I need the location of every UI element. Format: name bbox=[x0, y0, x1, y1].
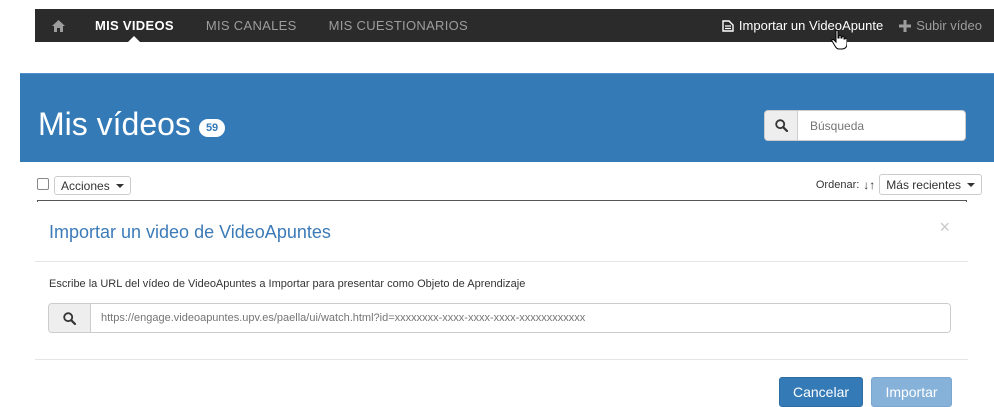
search-icon bbox=[774, 119, 788, 132]
order-value: Más recientes bbox=[886, 177, 961, 192]
search-icon bbox=[63, 311, 76, 325]
hand-cursor-icon bbox=[831, 30, 847, 50]
home-icon bbox=[51, 19, 65, 32]
nav-mis-canales[interactable]: MIS CANALES bbox=[206, 9, 297, 42]
import-icon bbox=[722, 19, 734, 32]
nav-mis-videos[interactable]: MIS VIDEOS bbox=[95, 9, 174, 42]
search-group bbox=[764, 110, 966, 141]
top-navbar: MIS VIDEOS MIS CANALES MIS CUESTIONARIOS… bbox=[35, 9, 994, 42]
modal-footer-divider bbox=[35, 359, 968, 360]
modal-title: Importar un video de VideoApuntes bbox=[49, 222, 331, 242]
order-control: Ordenar: ↓↑ Más recientes bbox=[816, 174, 982, 195]
search-input[interactable] bbox=[798, 111, 965, 140]
sort-icon: ↓↑ bbox=[863, 177, 876, 192]
modal-header-divider bbox=[35, 261, 968, 262]
order-label: Ordenar: bbox=[815, 178, 860, 191]
video-count-badge: 59 bbox=[198, 118, 226, 137]
import-button[interactable]: Importar bbox=[871, 377, 952, 407]
plus-icon bbox=[899, 19, 912, 32]
url-search-addon bbox=[49, 304, 91, 332]
navbar-actions: Importar un VideoApunte Subir vídeo bbox=[722, 9, 994, 42]
upload-video-link[interactable]: Subir vídeo bbox=[899, 18, 982, 33]
home-link[interactable] bbox=[45, 19, 71, 32]
upload-video-label: Subir vídeo bbox=[916, 18, 982, 33]
page-title: Mis vídeos 59 bbox=[38, 106, 226, 143]
page-title-text: Mis vídeos bbox=[38, 106, 191, 142]
select-all-checkbox[interactable] bbox=[37, 178, 49, 190]
nav-mis-cuestionarios[interactable]: MIS CUESTIONARIOS bbox=[329, 9, 468, 42]
close-icon[interactable]: × bbox=[939, 218, 950, 236]
search-button[interactable] bbox=[765, 111, 798, 140]
order-dropdown[interactable]: Más recientes bbox=[879, 174, 982, 195]
caret-down-icon bbox=[967, 182, 975, 187]
caret-down-icon bbox=[115, 183, 124, 188]
modal-description: Escribe la URL del vídeo de VideoApuntes… bbox=[49, 278, 526, 290]
url-input[interactable] bbox=[91, 304, 950, 332]
url-input-group bbox=[48, 303, 951, 333]
actions-label: Acciones bbox=[61, 178, 110, 193]
import-videoapunte-label: Importar un VideoApunte bbox=[738, 18, 884, 33]
cancel-button[interactable]: Cancelar bbox=[779, 377, 863, 407]
import-videoapunte-link[interactable]: Importar un VideoApunte bbox=[722, 18, 883, 33]
import-modal: Importar un video de VideoApuntes × Escr… bbox=[19, 202, 987, 407]
page-header: Mis vídeos 59 bbox=[20, 73, 994, 162]
actions-dropdown[interactable]: Acciones bbox=[54, 176, 131, 195]
list-toolbar: Acciones Ordenar: ↓↑ Más recientes bbox=[37, 174, 982, 196]
